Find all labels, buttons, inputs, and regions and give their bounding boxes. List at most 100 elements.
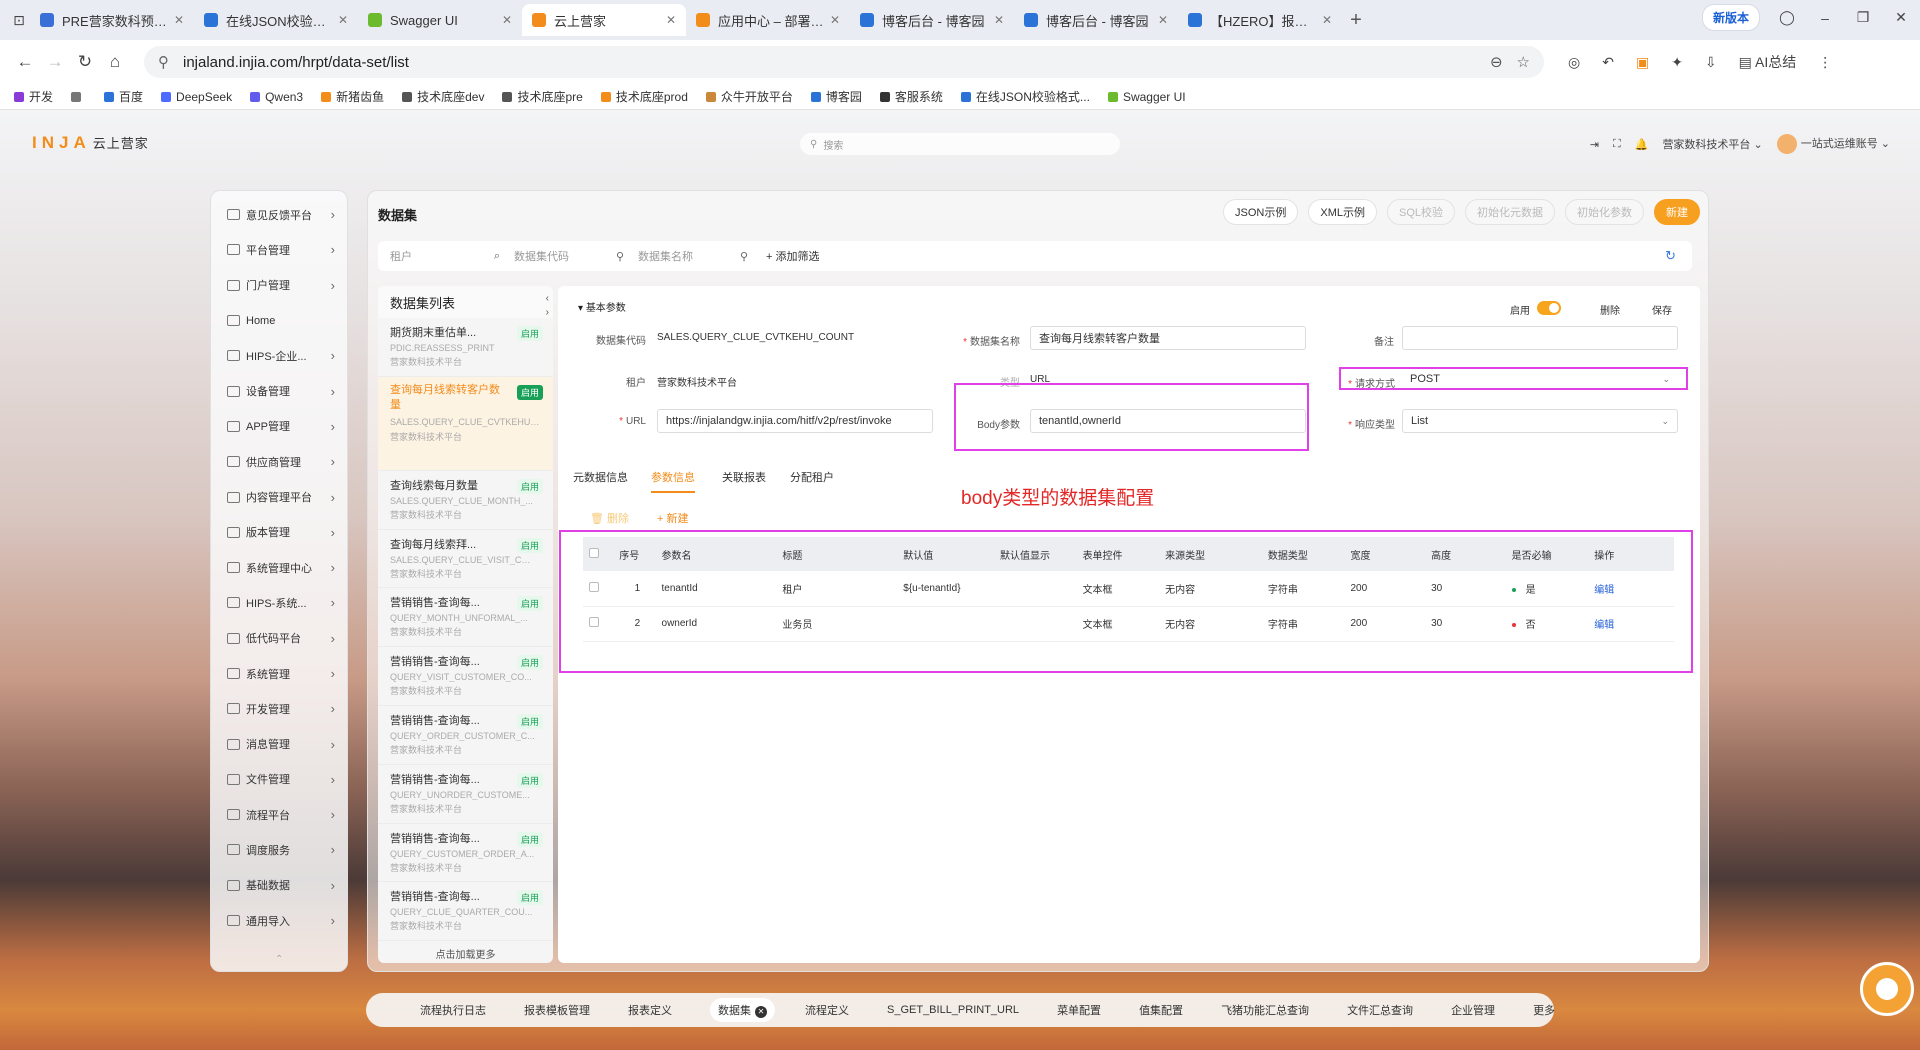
calendar-icon[interactable]: ▣ xyxy=(1636,54,1649,71)
global-search-input[interactable]: ⚲ 搜索 xyxy=(800,133,1120,155)
tab-metadata[interactable]: 元数据信息 xyxy=(573,469,628,485)
sidebar-item[interactable]: 系统管理 › xyxy=(211,656,347,691)
bookmark-item[interactable]: 技术底座prod xyxy=(600,88,688,105)
tab-search-icon[interactable]: ⊡ xyxy=(8,12,30,29)
bottom-tab[interactable]: 报表模板管理 xyxy=(524,1002,590,1018)
bookmark-item[interactable]: Qwen3 xyxy=(250,90,303,104)
extension-icon[interactable]: ◎ xyxy=(1568,54,1580,71)
browser-tab[interactable]: 博客后台 - 博客园 ✕ xyxy=(1014,4,1178,36)
bottom-tab[interactable]: 菜单配置 xyxy=(1057,1002,1101,1018)
sidebar-item[interactable]: 版本管理 › xyxy=(211,515,347,550)
close-icon[interactable]: ✕ xyxy=(755,1006,767,1018)
sidebar-item[interactable]: 平台管理 › xyxy=(211,232,347,267)
lookup-icon[interactable]: ⌕ xyxy=(494,250,500,263)
browser-tab[interactable]: 应用中心 – 部署 – 产品 ✕ xyxy=(686,4,850,36)
toolbar-button[interactable]: JSON示例 xyxy=(1223,199,1299,225)
response-type-select[interactable]: List ⌄ xyxy=(1402,409,1678,433)
section-basic-params[interactable]: ▾ 基本参数 xyxy=(578,299,626,314)
restore-icon[interactable]: ❐ xyxy=(1852,9,1874,26)
sidebar-item[interactable]: HIPS-企业... › xyxy=(211,338,347,373)
profile-icon[interactable]: ◯ xyxy=(1776,9,1798,26)
sidebar-item[interactable]: 意见反馈平台 › xyxy=(211,197,347,232)
filter-field[interactable]: 租户 ⌕ xyxy=(390,248,514,264)
delete-dataset-button[interactable]: 删除 xyxy=(1600,302,1620,317)
collapse-handle-icon[interactable]: ⌃ xyxy=(275,954,283,965)
new-version-button[interactable]: 新版本 xyxy=(1701,4,1760,31)
bottom-tab[interactable]: 数据集 ✕ xyxy=(710,998,775,1022)
bottom-tab[interactable]: 流程定义 xyxy=(805,1002,849,1018)
sidebar-item[interactable]: 设备管理 › xyxy=(211,373,347,408)
bookmark-item[interactable] xyxy=(71,91,86,102)
dataset-list-item[interactable]: 营销销售-查询每... QUERY_CLUE_QUARTER_COU... 营家数科… xyxy=(378,882,553,942)
dataset-list-item[interactable]: 查询线索每月数量 SALES.QUERY_CLUE_MONTH_... 营家数科技术… xyxy=(378,471,553,530)
tab-reports[interactable]: 关联报表 xyxy=(722,469,766,485)
bottom-tab[interactable]: 流程执行日志 xyxy=(420,1002,486,1018)
remark-input[interactable] xyxy=(1402,326,1678,350)
dataset-list-item[interactable]: 查询每月线索拜... SALES.QUERY_CLUE_VISIT_CO... 营家… xyxy=(378,530,553,589)
toolbar-button[interactable]: XML示例 xyxy=(1308,199,1377,225)
sidebar-item[interactable]: 通用导入 › xyxy=(211,903,347,938)
home-icon[interactable]: ⌂ xyxy=(100,52,130,72)
tab-tenants[interactable]: 分配租户 xyxy=(790,469,834,485)
toolbar-button[interactable]: 新建 xyxy=(1654,199,1700,225)
tab-close-icon[interactable]: ✕ xyxy=(1158,13,1168,27)
sidebar-item[interactable]: 供应商管理 › xyxy=(211,444,347,479)
toolbar-button[interactable]: 初始化元数据 xyxy=(1465,199,1555,225)
name-input[interactable]: 查询每月线索转客户数量 xyxy=(1030,326,1306,350)
browser-tab[interactable]: 在线JSON校验格式化 ✕ xyxy=(194,4,358,36)
tab-params[interactable]: 参数信息 xyxy=(651,469,695,493)
list-collapse-arrows[interactable]: ‹ › xyxy=(546,292,549,320)
bottom-tab[interactable]: S_GET_BILL_PRINT_URL xyxy=(887,1004,1019,1016)
load-more-link[interactable]: 点击加载更多 xyxy=(378,946,553,961)
tab-close-icon[interactable]: ✕ xyxy=(1322,13,1332,27)
tab-close-icon[interactable]: ✕ xyxy=(174,13,184,27)
search-icon[interactable]: ⚲ xyxy=(616,250,624,263)
delete-param-button[interactable]: 🗑 删除 xyxy=(590,510,629,526)
notification-bell-icon[interactable]: 🔔 xyxy=(1635,138,1649,151)
ai-summary-button[interactable]: ▤ AI总结 xyxy=(1739,52,1797,72)
enabled-toggle[interactable] xyxy=(1537,301,1561,315)
dataset-list-item[interactable]: 营销销售-查询每... QUERY_CUSTOMER_ORDER_A... 营家数科… xyxy=(378,824,553,883)
minimize-icon[interactable]: – xyxy=(1814,10,1836,26)
browser-tab[interactable]: 云上营家 ✕ xyxy=(522,4,686,36)
save-dataset-button[interactable]: 保存 xyxy=(1652,302,1672,317)
dataset-list-item[interactable]: 营销销售-查询每... QUERY_UNORDER_CUSTOME... 营家数科技… xyxy=(378,765,553,824)
sidebar-item[interactable]: HIPS-系统... › xyxy=(211,585,347,620)
site-info-icon[interactable]: ⚲ xyxy=(158,53,169,71)
back-icon[interactable]: ← xyxy=(10,52,40,72)
sidebar-item[interactable]: 内容管理平台 › xyxy=(211,479,347,514)
bottom-tab[interactable]: 更多 xyxy=(1533,1002,1555,1018)
bottom-tab[interactable]: 文件汇总查询 xyxy=(1347,1002,1413,1018)
dataset-list-item[interactable]: 营销销售-查询每... QUERY_ORDER_CUSTOMER_C... 营家数科… xyxy=(378,706,553,765)
app-logo[interactable]: INJA 云上营家 xyxy=(32,133,149,153)
sidebar-item[interactable]: 低代码平台 › xyxy=(211,621,347,656)
bottom-tab[interactable]: 企业管理 xyxy=(1451,1002,1495,1018)
new-tab-button[interactable]: + xyxy=(1342,9,1370,32)
bookmark-star-icon[interactable]: ☆ xyxy=(1517,53,1530,71)
bookmark-item[interactable]: 博客园 xyxy=(810,88,862,105)
bookmark-item[interactable]: 开发 xyxy=(14,88,53,105)
assistant-avatar-button[interactable] xyxy=(1860,962,1914,1016)
url-field[interactable]: ⚲ injaland.injia.com/hrpt/data-set/list … xyxy=(144,46,1544,78)
tab-close-icon[interactable]: ✕ xyxy=(994,13,1004,27)
dataset-list-item[interactable]: 营销销售-查询每... QUERY_VISIT_CUSTOMER_CO... 营家数… xyxy=(378,647,553,706)
bookmark-item[interactable]: 众牛开放平台 xyxy=(705,88,793,105)
browser-tab[interactable]: Swagger UI ✕ xyxy=(358,4,522,36)
bookmark-item[interactable]: DeepSeek xyxy=(161,90,232,104)
sidebar-item[interactable]: APP管理 › xyxy=(211,409,347,444)
dataset-list-item[interactable]: 期货期末重估单... PDIC.REASSESS_PRINT 营家数科技术平台 启用 xyxy=(378,318,553,377)
url-input[interactable]: https://injalandgw.injia.com/hitf/v2p/re… xyxy=(657,409,933,433)
browser-tab[interactable]: 【HZERO】报表服务 ✕ xyxy=(1178,4,1342,36)
bookmark-item[interactable]: 在线JSON校验格式... xyxy=(960,88,1090,105)
toolbar-button[interactable]: SQL校验 xyxy=(1386,199,1455,225)
bookmark-item[interactable]: 技术底座dev xyxy=(402,88,484,105)
sidebar-item[interactable]: 基础数据 › xyxy=(211,868,347,903)
bookmark-item[interactable]: 百度 xyxy=(104,88,143,105)
bookmark-item[interactable]: Swagger UI xyxy=(1107,90,1186,104)
dataset-list-item[interactable]: 查询每月线索转客户数量 SALES.QUERY_CLUE_CVTKEHU_COUN… xyxy=(378,376,553,471)
sidebar-item[interactable]: 流程平台 › xyxy=(211,797,347,832)
sidebar-item[interactable]: Home xyxy=(211,303,347,338)
puzzle-icon[interactable]: ✦ xyxy=(1671,54,1683,71)
sidebar-item[interactable]: 系统管理中心 › xyxy=(211,550,347,585)
fullscreen-icon[interactable]: ⛶ xyxy=(1613,138,1621,151)
